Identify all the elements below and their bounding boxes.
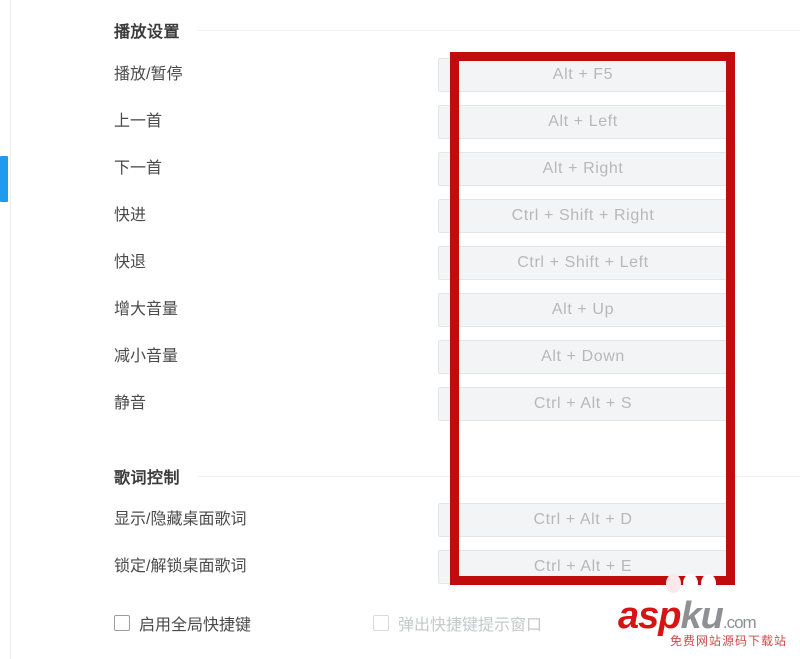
shortcut-label: 快退: [114, 254, 147, 271]
shortcut-label: 减小音量: [114, 348, 179, 365]
checkbox-icon[interactable]: [114, 615, 130, 631]
section-title: 播放设置: [114, 24, 181, 41]
shortcut-row-next-track: 下一首 Alt + Right: [114, 152, 800, 186]
shortcut-input-next-track[interactable]: Alt + Right: [438, 152, 728, 186]
shortcut-row-fast-forward: 快进 Ctrl + Shift + Right: [114, 199, 800, 233]
checkbox-icon[interactable]: [373, 615, 390, 631]
section-header-playback: 播放设置: [114, 18, 800, 42]
watermark-dot: [666, 574, 681, 593]
shortcut-input-volume-up[interactable]: Alt + Up: [438, 293, 728, 327]
watermark-subtitle: 免费网站源码下载站: [670, 634, 788, 648]
watermark-dots: [666, 574, 746, 594]
shortcut-row-volume-up: 增大音量 Alt + Up: [114, 293, 800, 327]
shortcut-label: 播放/暂停: [114, 66, 183, 83]
checkbox-label: 弹出快捷键提示窗口: [398, 617, 543, 634]
shortcut-input-mute[interactable]: Ctrl + Alt + S: [438, 387, 728, 421]
shortcut-row-previous-track: 上一首 Alt + Left: [114, 105, 800, 139]
global-options-bar: 启用全局快捷键 弹出快捷键提示窗口: [114, 611, 542, 635]
watermark-dot: [701, 574, 716, 593]
watermark-dot: [683, 574, 698, 593]
scrollbar-thumb[interactable]: [0, 156, 8, 202]
section-header-lyrics: 歌词控制: [114, 464, 800, 488]
checkbox-show-shortcut-tip-window[interactable]: 弹出快捷键提示窗口: [373, 611, 542, 635]
watermark-text-asp: asp: [618, 595, 681, 637]
shortcut-row-play-pause: 播放/暂停 Alt + F5: [114, 58, 800, 92]
shortcut-input-volume-down[interactable]: Alt + Down: [438, 340, 728, 374]
checkbox-enable-global-shortcuts[interactable]: 启用全局快捷键: [114, 611, 251, 635]
shortcut-input-fast-forward[interactable]: Ctrl + Shift + Right: [438, 199, 728, 233]
shortcut-input-rewind[interactable]: Ctrl + Shift + Left: [438, 246, 728, 280]
shortcut-input-play-pause[interactable]: Alt + F5: [438, 58, 728, 92]
shortcut-label: 增大音量: [114, 301, 179, 318]
section-rule: [198, 29, 800, 31]
checkbox-label: 启用全局快捷键: [139, 617, 252, 634]
watermark-text-com: .com: [722, 613, 757, 632]
section-title: 歌词控制: [114, 470, 181, 487]
shortcut-row-volume-down: 减小音量 Alt + Down: [114, 340, 800, 374]
shortcut-row-rewind: 快退 Ctrl + Shift + Left: [114, 246, 800, 280]
shortcut-settings-panel: 播放设置 播放/暂停 Alt + F5 上一首 Alt + Left 下一首 A…: [11, 0, 800, 659]
shortcut-label: 下一首: [114, 160, 163, 177]
shortcut-label: 上一首: [114, 113, 163, 130]
watermark: aspku.com 免费网站源码下载站: [618, 574, 798, 654]
shortcut-label: 快进: [114, 207, 147, 224]
watermark-text-ku: ku: [680, 595, 723, 637]
shortcut-input-toggle-desktop-lyrics[interactable]: Ctrl + Alt + D: [438, 503, 728, 537]
shortcut-label: 显示/隐藏桌面歌词: [114, 511, 247, 528]
vertical-scrollbar[interactable]: [0, 0, 8, 659]
shortcut-row-mute: 静音 Ctrl + Alt + S: [114, 387, 800, 421]
shortcut-row-toggle-desktop-lyrics: 显示/隐藏桌面歌词 Ctrl + Alt + D: [114, 503, 800, 537]
shortcut-label: 静音: [114, 395, 147, 412]
section-rule: [198, 475, 800, 477]
shortcut-input-previous-track[interactable]: Alt + Left: [438, 105, 728, 139]
shortcut-label: 锁定/解锁桌面歌词: [114, 558, 247, 575]
